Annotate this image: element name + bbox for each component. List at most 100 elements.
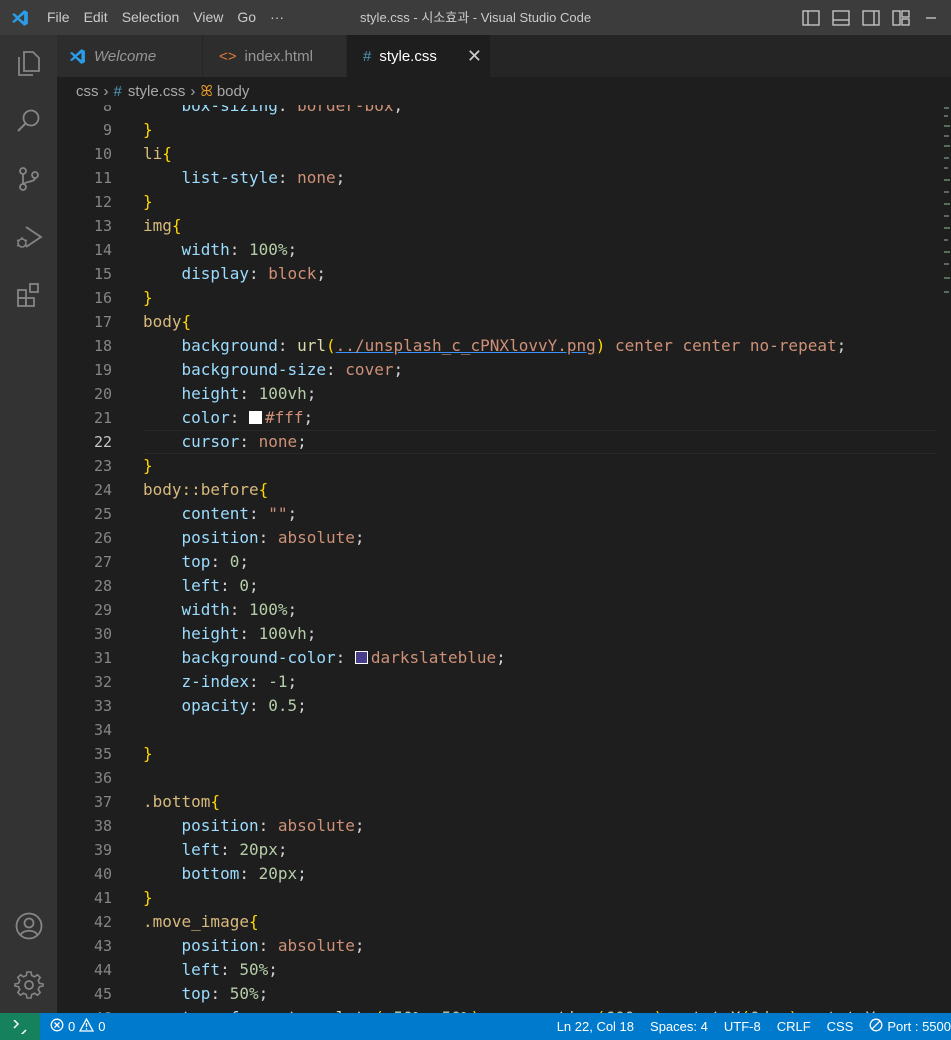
- breadcrumb-file[interactable]: style.css: [128, 83, 186, 100]
- code-text: li{: [143, 144, 172, 163]
- code-line[interactable]: 27 top: 0;: [57, 550, 943, 574]
- code-line[interactable]: 17 body{: [57, 310, 943, 334]
- line-number: 27: [93, 553, 112, 571]
- live-server-port[interactable]: Port : 5500: [861, 1018, 951, 1035]
- line-number: 44: [93, 961, 112, 979]
- breadcrumb-symbol[interactable]: body: [217, 83, 250, 100]
- tab-welcome[interactable]: Welcome: [57, 35, 203, 77]
- code-line[interactable]: 19 background-size: cover;: [57, 358, 943, 382]
- tab-index-html[interactable]: <> index.html: [203, 35, 347, 77]
- color-swatch[interactable]: [354, 651, 368, 664]
- code-line[interactable]: 8 box-sizing: border-box;: [57, 105, 943, 118]
- source-control-icon[interactable]: [0, 151, 57, 207]
- code-text: }: [143, 120, 153, 139]
- search-icon[interactable]: [0, 93, 57, 149]
- code-text: color: #fff;: [181, 408, 314, 427]
- code-line[interactable]: 18 background: url(../unsplash_c_cPNXlov…: [57, 334, 943, 358]
- code-line[interactable]: 40 bottom: 20px;: [57, 862, 943, 886]
- line-number: 32: [93, 673, 112, 691]
- breadcrumb-folder[interactable]: css: [76, 83, 99, 100]
- code-line[interactable]: 26 position: absolute;: [57, 526, 943, 550]
- color-swatch[interactable]: [248, 411, 262, 424]
- minimize-icon[interactable]: [921, 8, 941, 28]
- cursor-position[interactable]: Ln 22, Col 18: [549, 1019, 642, 1034]
- code-editor[interactable]: 8 box-sizing: border-box; 9} 10 li{ 11 list-…: [57, 105, 943, 1013]
- code-line[interactable]: 41}: [57, 886, 943, 910]
- code-line[interactable]: 16}: [57, 286, 943, 310]
- line-number: 14: [93, 241, 112, 259]
- code-line[interactable]: 30 height: 100vh;: [57, 622, 943, 646]
- code-line[interactable]: 37 .bottom{: [57, 790, 943, 814]
- menu-go[interactable]: Go: [230, 0, 263, 35]
- code-line[interactable]: 39 left: 20px;: [57, 838, 943, 862]
- explorer-icon[interactable]: [0, 35, 57, 91]
- code-text: top: 50%;: [181, 984, 269, 1003]
- line-number: 30: [93, 625, 112, 643]
- editor-tabs: Welcome <> index.html # style.css ✕: [57, 35, 951, 77]
- code-text: }: [143, 456, 153, 475]
- toggle-primary-sidebar-icon[interactable]: [801, 8, 821, 28]
- line-number: 42: [93, 913, 112, 931]
- end-of-line[interactable]: CRLF: [769, 1019, 819, 1034]
- close-icon[interactable]: ✕: [467, 46, 482, 67]
- code-line[interactable]: 9}: [57, 118, 943, 142]
- menu-edit[interactable]: Edit: [77, 0, 115, 35]
- code-line[interactable]: 13 img{: [57, 214, 943, 238]
- menu-more[interactable]: ···: [263, 0, 291, 35]
- code-text: cursor: none;: [181, 432, 307, 451]
- code-line[interactable]: 24 body::before{: [57, 478, 943, 502]
- toggle-panel-icon[interactable]: [831, 8, 851, 28]
- tab-style-css[interactable]: # style.css ✕: [347, 35, 491, 77]
- menu-file[interactable]: File: [40, 0, 77, 35]
- settings-gear-icon[interactable]: [0, 957, 57, 1013]
- code-line[interactable]: 21 color: #fff;: [57, 406, 943, 430]
- code-line[interactable]: 35}: [57, 742, 943, 766]
- code-text: left: 20px;: [181, 840, 288, 859]
- code-text: list-style: none;: [181, 168, 346, 187]
- code-line[interactable]: 29 width: 100%;: [57, 598, 943, 622]
- accounts-icon[interactable]: [0, 898, 57, 954]
- code-line[interactable]: 22 cursor: none;: [57, 430, 943, 454]
- tab-label: index.html: [244, 47, 313, 65]
- code-line[interactable]: 46 transform: translate(-50%,-50%) persp…: [57, 1006, 943, 1013]
- code-line[interactable]: 15 display: block;: [57, 262, 943, 286]
- extensions-icon[interactable]: [0, 267, 57, 323]
- code-line[interactable]: 28 left: 0;: [57, 574, 943, 598]
- indentation[interactable]: Spaces: 4: [642, 1019, 716, 1034]
- code-line[interactable]: 10 li{: [57, 142, 943, 166]
- line-number: 45: [93, 985, 112, 1003]
- code-text: content: "";: [181, 504, 298, 523]
- code-line[interactable]: 36: [57, 766, 943, 790]
- code-line[interactable]: 43 position: absolute;: [57, 934, 943, 958]
- code-text: left: 0;: [181, 576, 259, 595]
- menu-view[interactable]: View: [186, 0, 230, 35]
- code-line[interactable]: 11 list-style: none;: [57, 166, 943, 190]
- minimap[interactable]: [943, 105, 951, 1013]
- encoding[interactable]: UTF-8: [716, 1019, 769, 1034]
- line-number: 26: [93, 529, 112, 547]
- vscode-logo-icon: [0, 0, 40, 35]
- code-line[interactable]: 23}: [57, 454, 943, 478]
- problems-indicator[interactable]: 0 0: [50, 1017, 105, 1035]
- run-debug-icon[interactable]: [0, 209, 57, 265]
- remote-indicator-icon[interactable]: [0, 1013, 40, 1040]
- code-line[interactable]: 44 left: 50%;: [57, 958, 943, 982]
- code-line[interactable]: 33 opacity: 0.5;: [57, 694, 943, 718]
- toggle-secondary-sidebar-icon[interactable]: [861, 8, 881, 28]
- code-text: top: 0;: [181, 552, 249, 571]
- language-mode[interactable]: CSS: [819, 1019, 862, 1034]
- code-line[interactable]: 34: [57, 718, 943, 742]
- code-line[interactable]: 42 .move_image{: [57, 910, 943, 934]
- menu-selection[interactable]: Selection: [115, 0, 187, 35]
- line-number: 10: [93, 145, 112, 163]
- code-line[interactable]: 38 position: absolute;: [57, 814, 943, 838]
- code-line[interactable]: 31 background-color: darkslateblue;: [57, 646, 943, 670]
- code-line[interactable]: 20 height: 100vh;: [57, 382, 943, 406]
- code-line[interactable]: 12}: [57, 190, 943, 214]
- code-line[interactable]: 14 width: 100%;: [57, 238, 943, 262]
- code-line[interactable]: 25 content: "";: [57, 502, 943, 526]
- code-line[interactable]: 32 z-index: -1;: [57, 670, 943, 694]
- customize-layout-icon[interactable]: [891, 8, 911, 28]
- code-text: .bottom{: [143, 792, 221, 811]
- code-line[interactable]: 45 top: 50%;: [57, 982, 943, 1006]
